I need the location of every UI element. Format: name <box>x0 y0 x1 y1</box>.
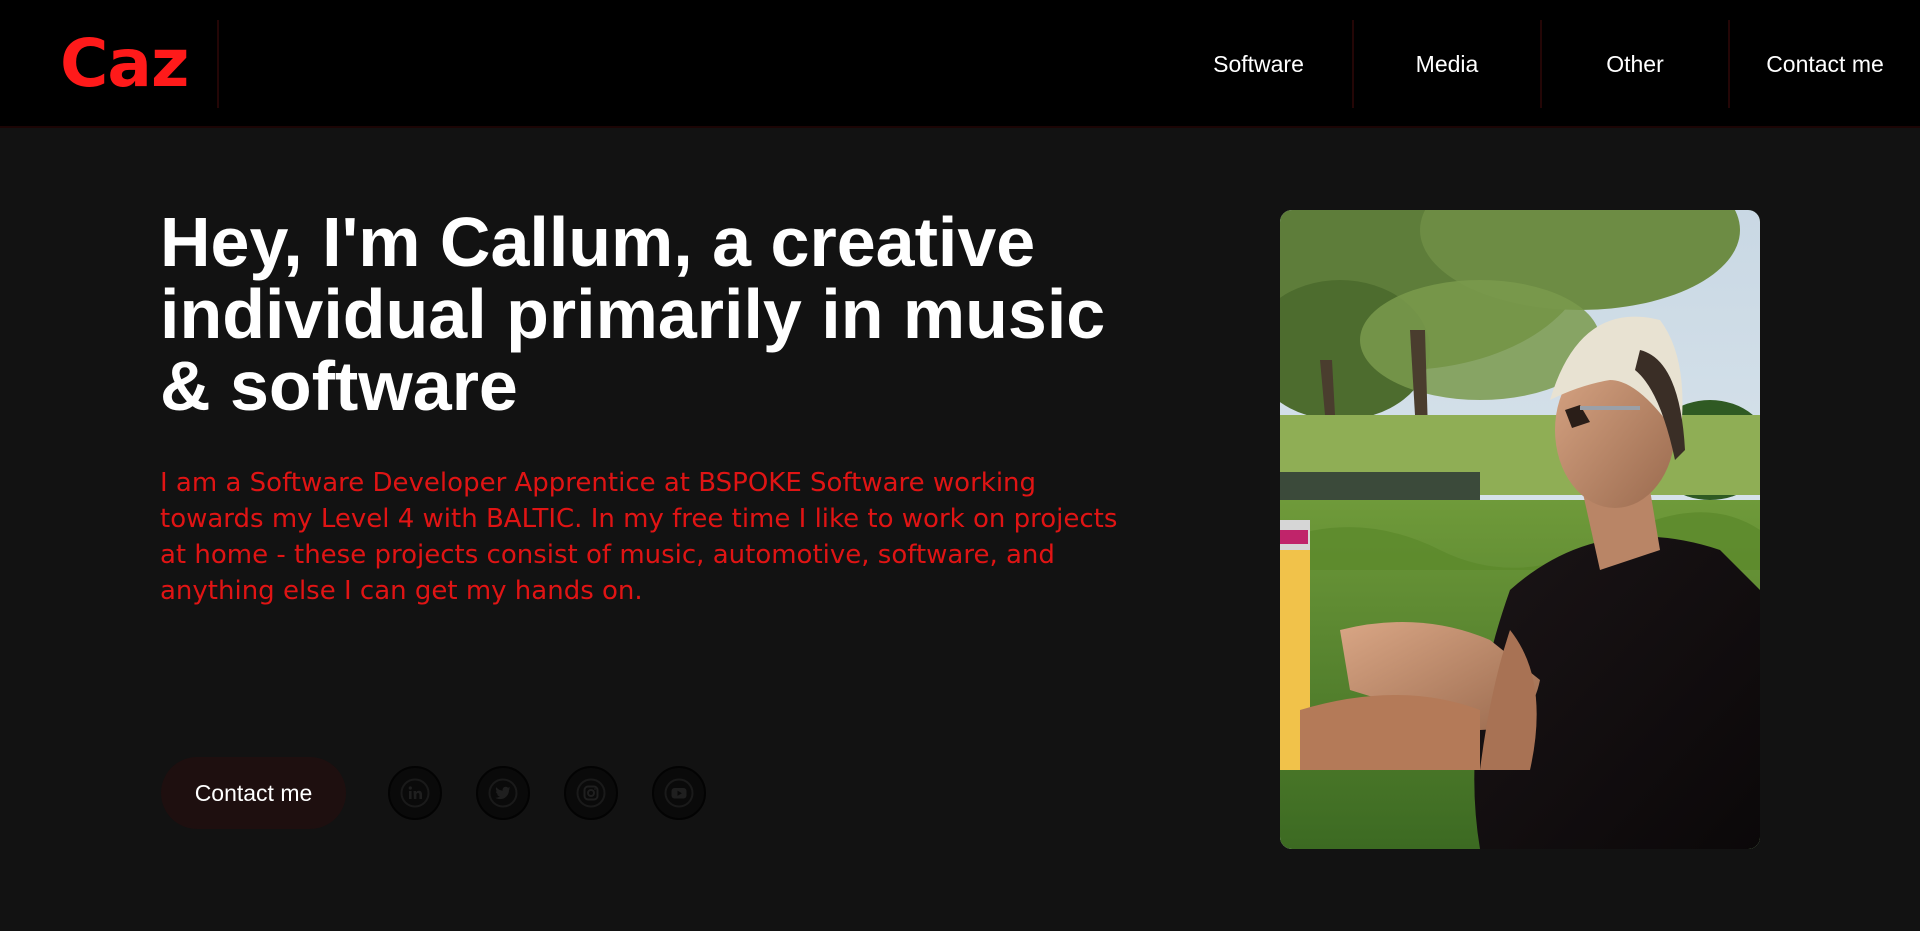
twitter-link[interactable] <box>476 766 530 820</box>
nav-link-media[interactable]: Media <box>1354 20 1540 108</box>
profile-photo <box>1280 210 1760 849</box>
logo-divider <box>217 20 219 108</box>
top-navigation-bar: Caz Software Media Other Contact me <box>0 0 1920 128</box>
instagram-link[interactable] <box>564 766 618 820</box>
main-nav: Software Media Other Contact me <box>1165 20 1920 108</box>
nav-link-software[interactable]: Software <box>1165 20 1352 108</box>
instagram-icon <box>576 778 606 808</box>
site-logo[interactable]: Caz <box>60 27 189 101</box>
nav-link-contact[interactable]: Contact me <box>1730 20 1920 108</box>
linkedin-link[interactable] <box>388 766 442 820</box>
contact-me-button[interactable]: Contact me <box>161 757 346 829</box>
youtube-icon <box>664 778 694 808</box>
nav-link-other[interactable]: Other <box>1542 20 1728 108</box>
linkedin-icon <box>400 778 430 808</box>
twitter-icon <box>488 778 518 808</box>
youtube-link[interactable] <box>652 766 706 820</box>
profile-photo-image <box>1280 210 1760 849</box>
hero-intro-text: I am a Software Developer Apprentice at … <box>160 468 1118 606</box>
hero-headline: Hey, I'm Callum, a creative individual p… <box>160 203 1106 425</box>
